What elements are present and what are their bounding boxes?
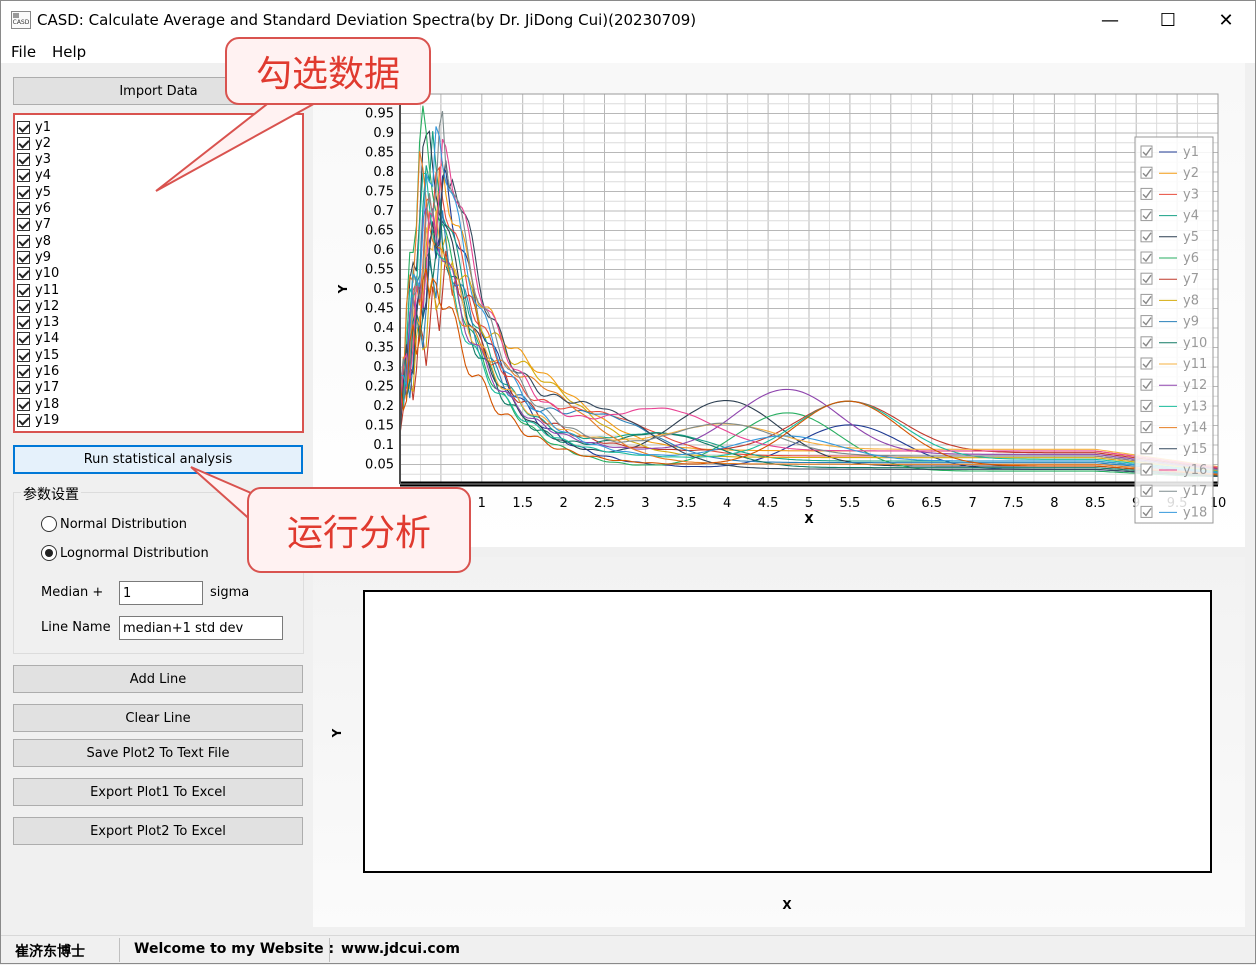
status-url[interactable]: www.jdcui.com (341, 941, 460, 957)
run-analysis-callout: 运行分析 (247, 487, 471, 573)
callout-pointers (155, 100, 320, 535)
select-callout-pointer (155, 100, 320, 192)
status-separator (119, 938, 120, 962)
status-author: 崔济东博士 (15, 944, 85, 960)
app-window: CASD CASD: Calculate Average and Standar… (0, 0, 1256, 964)
status-separator (329, 938, 330, 962)
status-bar: 崔济东博士 Welcome to my Website : www.jdcui.… (1, 935, 1255, 963)
status-welcome: Welcome to my Website : (134, 941, 335, 957)
select-data-callout: 勾选数据 (225, 37, 431, 105)
